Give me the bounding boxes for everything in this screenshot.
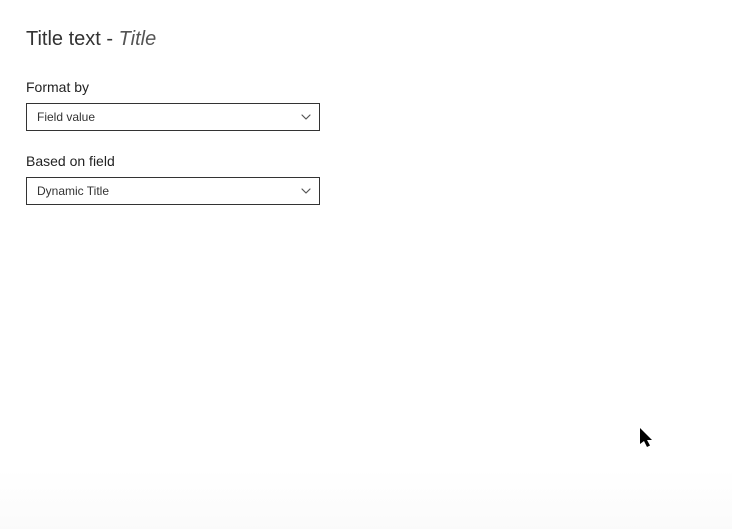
format-by-value: Field value [37, 110, 95, 124]
dialog-title: Title text - Title [26, 28, 706, 51]
mouse-cursor-icon [640, 428, 656, 455]
based-on-field-group: Based on field Dynamic Title [26, 153, 706, 205]
based-on-field-value: Dynamic Title [37, 184, 109, 198]
format-by-group: Format by Field value [26, 79, 706, 131]
dialog-title-sub: Title [119, 28, 157, 50]
based-on-field-dropdown[interactable]: Dynamic Title [26, 177, 320, 205]
chevron-down-icon [301, 188, 311, 194]
chevron-down-icon [301, 114, 311, 120]
bottom-gradient [0, 469, 732, 529]
based-on-field-label: Based on field [26, 153, 706, 169]
dialog-title-main: Title text - [26, 28, 119, 50]
format-by-dropdown[interactable]: Field value [26, 103, 320, 131]
dialog-content: Title text - Title Format by Field value… [0, 0, 732, 255]
format-by-label: Format by [26, 79, 706, 95]
